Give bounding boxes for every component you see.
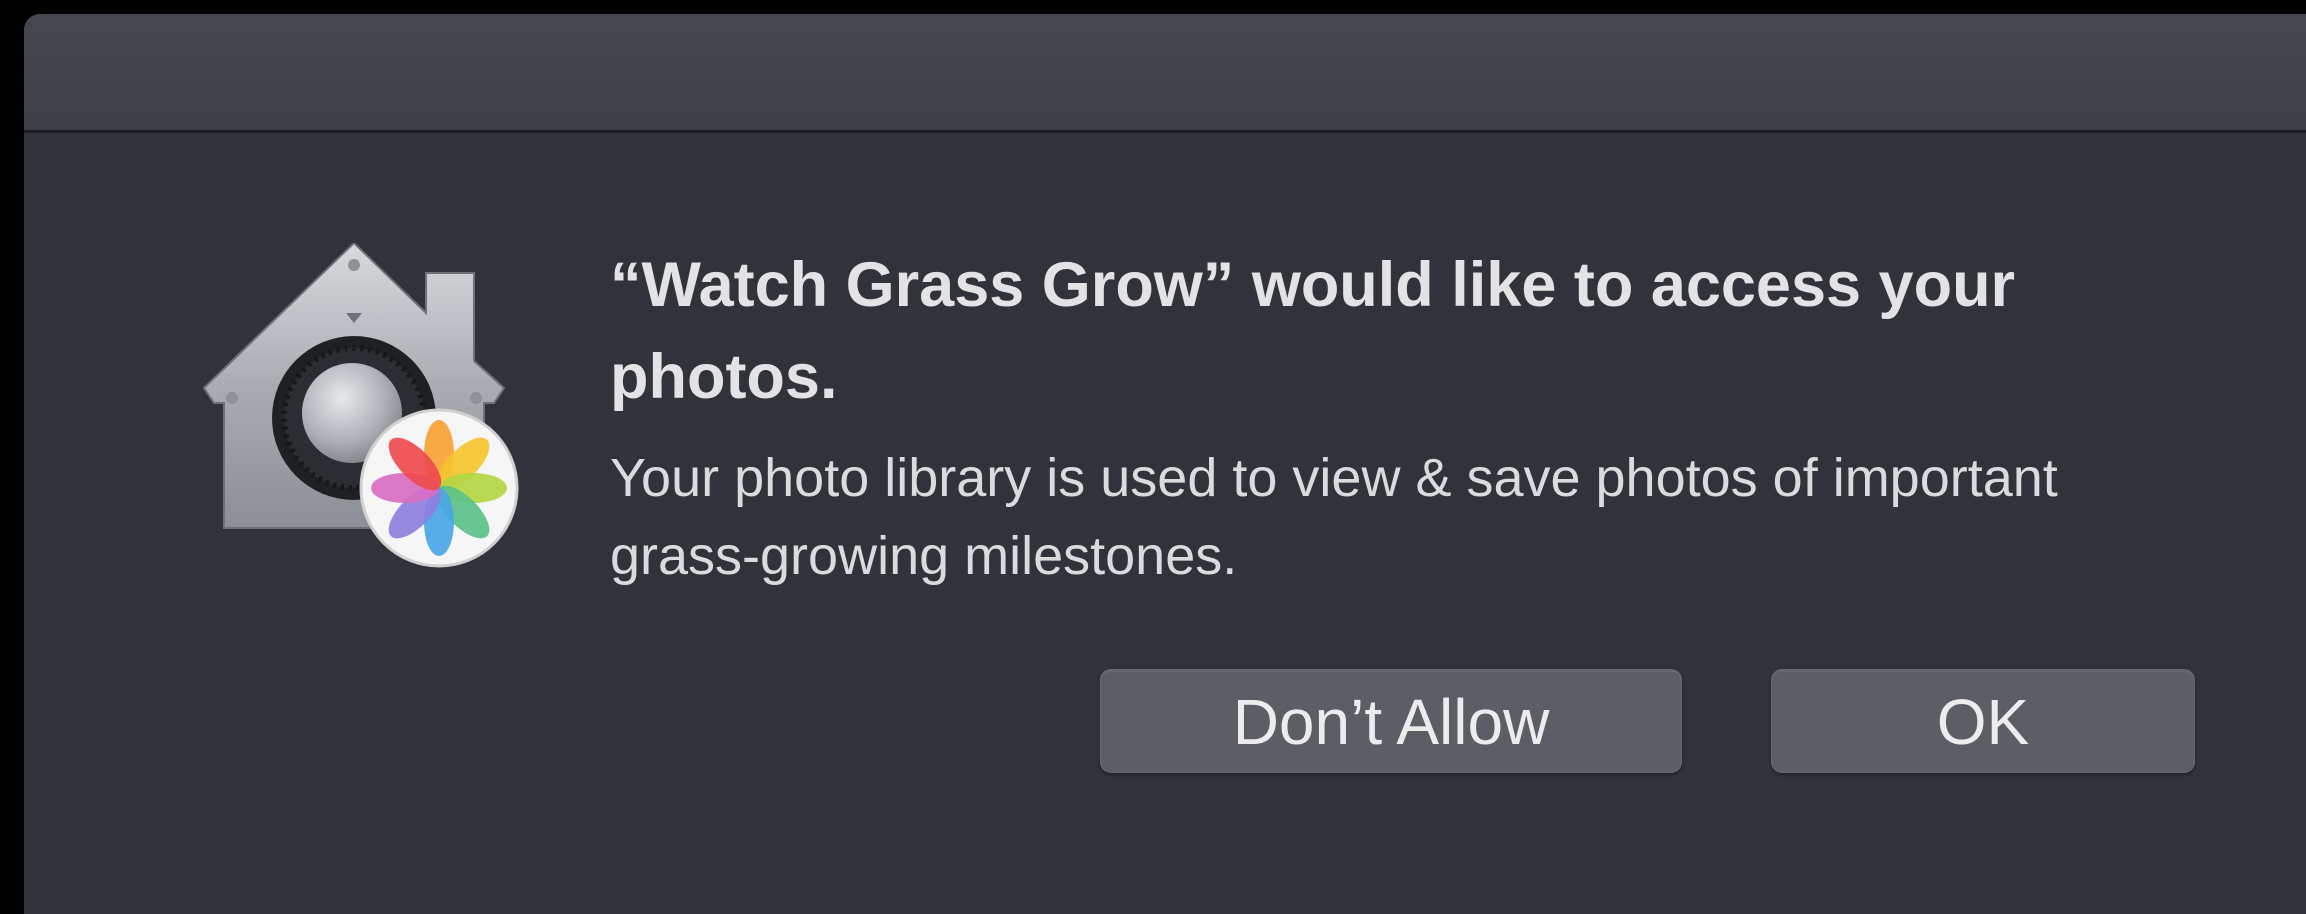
ok-button[interactable]: OK bbox=[1771, 669, 2195, 773]
dialog-title: “Watch Grass Grow” would like to access … bbox=[610, 250, 2016, 412]
security-vault-house-icon bbox=[174, 241, 554, 573]
dialog-titlebar[interactable] bbox=[24, 14, 2306, 133]
dialog-message: Your photo library is used to view & sav… bbox=[610, 448, 2058, 586]
dialog-body: “Watch Grass Grow” would like to access … bbox=[24, 133, 2306, 914]
permission-dialog: “Watch Grass Grow” would like to access … bbox=[24, 14, 2306, 914]
dont-allow-button[interactable]: Don’t Allow bbox=[1100, 669, 1682, 773]
